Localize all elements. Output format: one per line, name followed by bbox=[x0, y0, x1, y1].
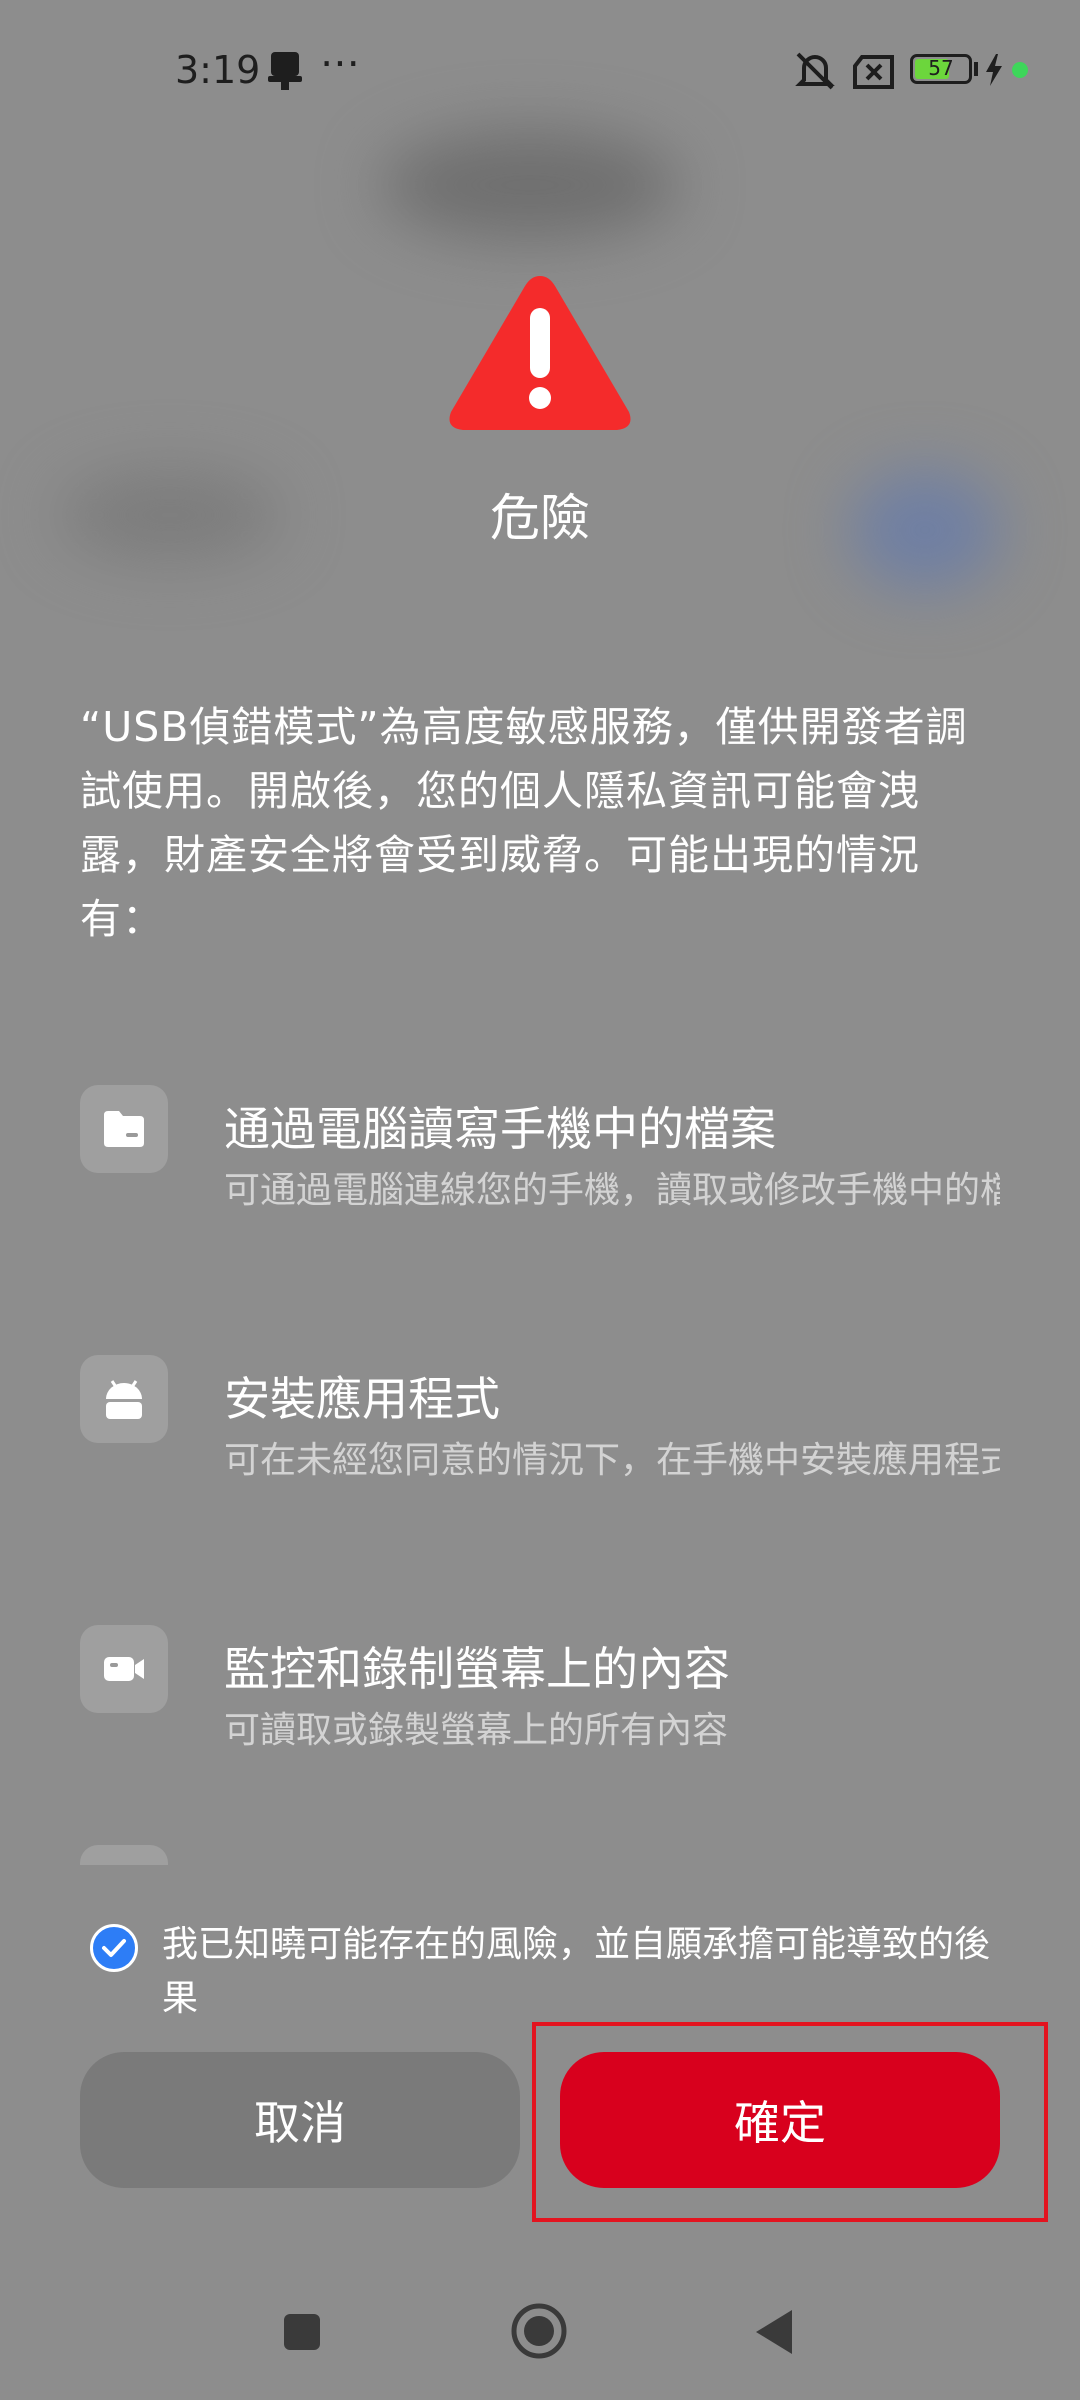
dialog-title: 危險 bbox=[490, 489, 590, 547]
highlight-annotation bbox=[532, 2022, 1048, 2222]
item-title: 取得手機中的重要資訊 bbox=[224, 1853, 684, 1865]
no-sim-icon bbox=[853, 55, 894, 89]
navigation-bar bbox=[0, 2280, 1080, 2380]
item-title: 監控和錄制螢幕上的內容 bbox=[224, 1642, 730, 1696]
cancel-button[interactable]: 取消 bbox=[80, 2052, 520, 2188]
notification-app-icon bbox=[268, 52, 302, 90]
battery-level: 57 bbox=[928, 56, 954, 80]
intro-text: “USB偵錯模式”為高度敏感服務，僅供開發者調試使用。開啟後，您的個人隱私資訊可… bbox=[80, 703, 968, 943]
item-title: 安裝應用程式 bbox=[224, 1372, 500, 1426]
status-bar: 3:19 ⋯ 57 bbox=[0, 0, 1080, 140]
risk-list[interactable]: 通過電腦讀寫手機中的檔案 可通過電腦連線您的手機，讀取或修改手機中的檔案 安裝應… bbox=[80, 1075, 1000, 1865]
back-icon[interactable] bbox=[752, 2308, 796, 2356]
battery-icon: 57 bbox=[910, 54, 972, 84]
background-blur bbox=[380, 130, 680, 240]
item-desc: 可在未經您同意的情況下，在手機中安裝應用程式 bbox=[224, 1440, 1000, 1481]
card-icon bbox=[80, 1845, 168, 1865]
item-desc: 可通過電腦連線您的手機，讀取或修改手機中的檔案 bbox=[224, 1170, 1000, 1211]
active-dot-icon bbox=[1012, 62, 1028, 78]
item-desc: 可讀取或錄製螢幕上的所有內容 bbox=[224, 1710, 729, 1751]
folder-icon bbox=[80, 1085, 168, 1173]
checkmark-icon bbox=[102, 1939, 126, 1957]
charging-bolt-icon bbox=[986, 54, 1002, 86]
video-camera-icon bbox=[80, 1625, 168, 1713]
more-dots-icon: ⋯ bbox=[320, 40, 362, 86]
consent-checkbox[interactable] bbox=[90, 1924, 138, 1972]
recent-apps-icon[interactable] bbox=[282, 2312, 322, 2352]
home-icon[interactable] bbox=[510, 2302, 568, 2360]
android-icon bbox=[80, 1355, 168, 1443]
warning-triangle-icon bbox=[449, 276, 631, 430]
item-title: 通過電腦讀寫手機中的檔案 bbox=[224, 1102, 776, 1156]
status-time: 3:19 bbox=[175, 48, 261, 92]
battery-tip bbox=[974, 62, 978, 76]
consent-text: 我已知曉可能存在的風險，並自願承擔可能導致的後果 bbox=[162, 1924, 991, 2019]
silent-bell-icon bbox=[795, 52, 835, 90]
